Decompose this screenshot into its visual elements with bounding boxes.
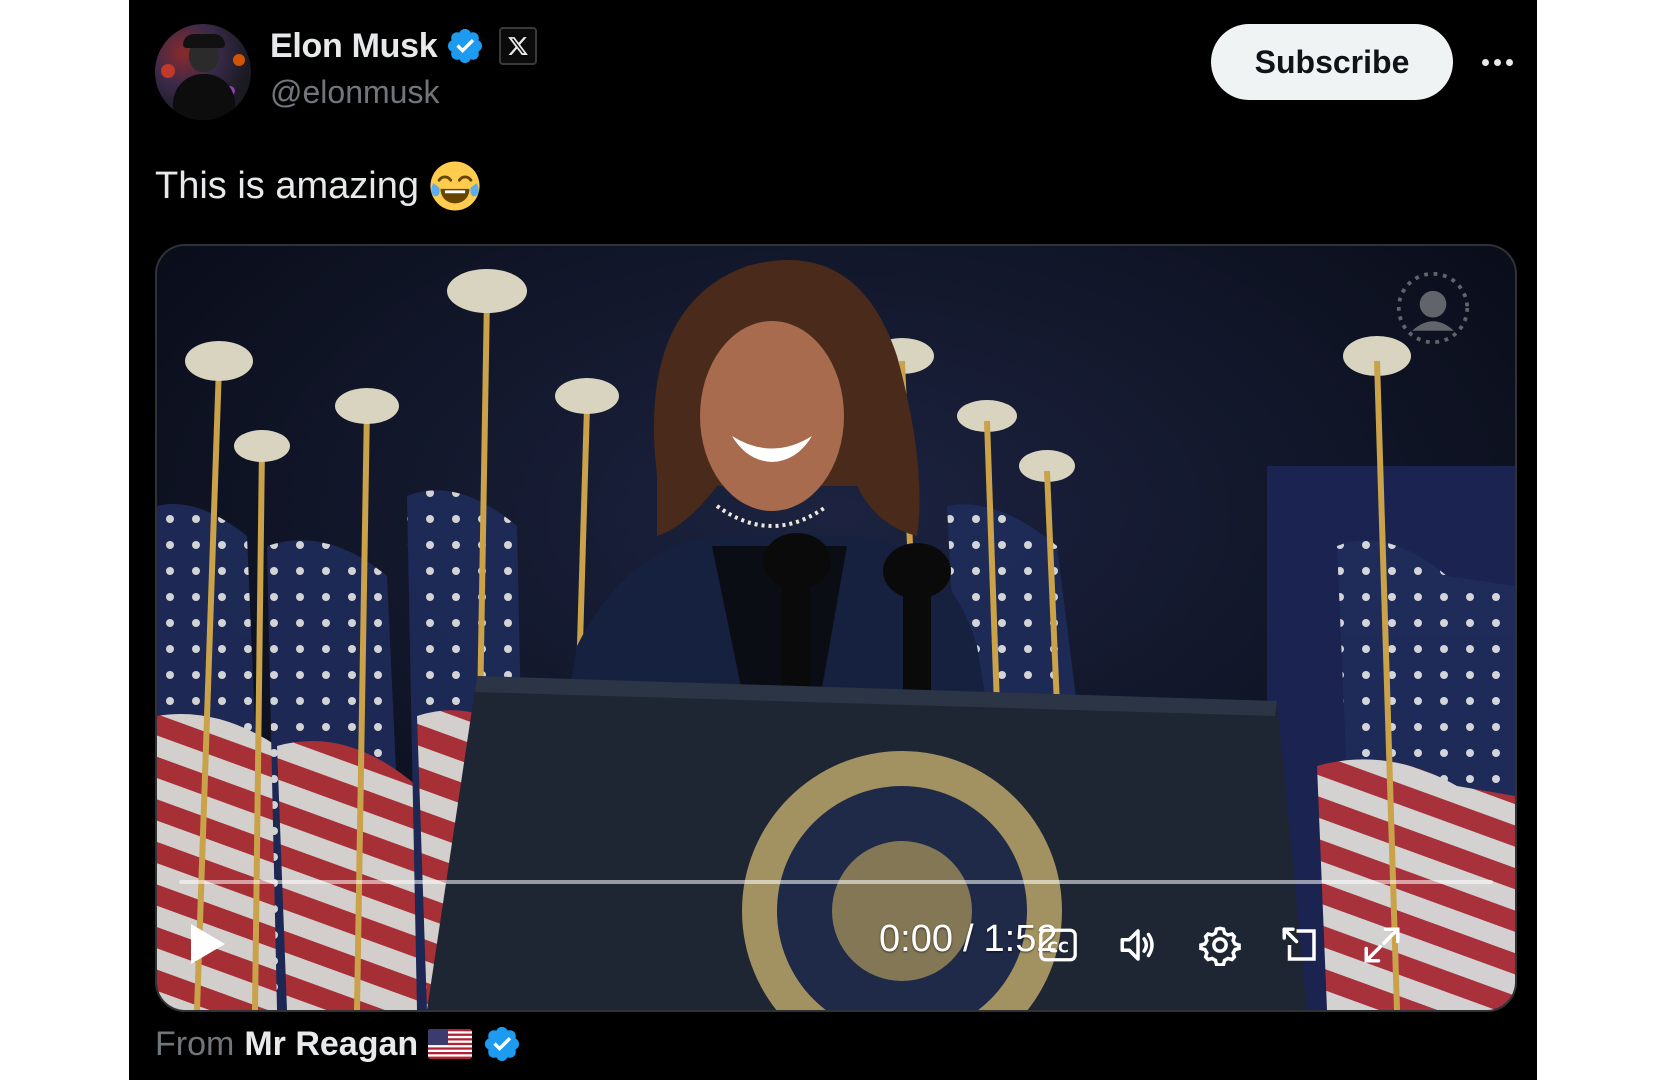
verified-badge-icon bbox=[485, 1026, 520, 1062]
verified-badge-icon bbox=[448, 28, 483, 64]
post-text: This is amazing bbox=[155, 160, 481, 212]
video-controls: 0:00 / 1:52 CC bbox=[157, 906, 1515, 996]
pop-out-icon[interactable] bbox=[1275, 920, 1325, 970]
video-attribution: From Mr Reagan bbox=[155, 1024, 522, 1064]
svg-text:CC: CC bbox=[1047, 939, 1069, 956]
settings-icon[interactable] bbox=[1195, 920, 1245, 970]
cc-icon[interactable]: CC bbox=[1033, 920, 1083, 970]
channel-watermark-icon bbox=[1396, 271, 1470, 345]
author-handle[interactable]: @elonmusk bbox=[270, 74, 439, 111]
post-text-body: This is amazing bbox=[155, 164, 419, 207]
video-player[interactable]: 0:00 / 1:52 CC bbox=[155, 244, 1517, 1012]
volume-icon[interactable] bbox=[1113, 920, 1163, 970]
author-avatar[interactable] bbox=[155, 24, 251, 120]
more-options-icon[interactable] bbox=[1469, 44, 1525, 80]
fullscreen-icon[interactable] bbox=[1357, 920, 1407, 970]
x-affiliate-badge-icon bbox=[499, 27, 538, 65]
time-separator: / bbox=[962, 918, 974, 960]
us-flag-icon bbox=[428, 1029, 473, 1059]
face-with-tears-of-joy-icon bbox=[430, 161, 480, 211]
from-label: From bbox=[155, 1024, 235, 1063]
post-card: Elon Musk @elonmusk Subscribe This is am… bbox=[129, 0, 1537, 1080]
source-name-link[interactable]: Mr Reagan bbox=[244, 1025, 418, 1064]
author-name-row: Elon Musk bbox=[270, 26, 538, 66]
current-time: 0:00 bbox=[879, 918, 953, 960]
video-progress-bar[interactable] bbox=[179, 880, 1493, 884]
author-name[interactable]: Elon Musk bbox=[270, 27, 438, 66]
video-frame bbox=[157, 246, 1515, 1010]
play-icon[interactable] bbox=[179, 916, 235, 972]
video-timecode: 0:00 / 1:52 bbox=[879, 918, 1058, 961]
subscribe-button[interactable]: Subscribe bbox=[1211, 24, 1453, 100]
